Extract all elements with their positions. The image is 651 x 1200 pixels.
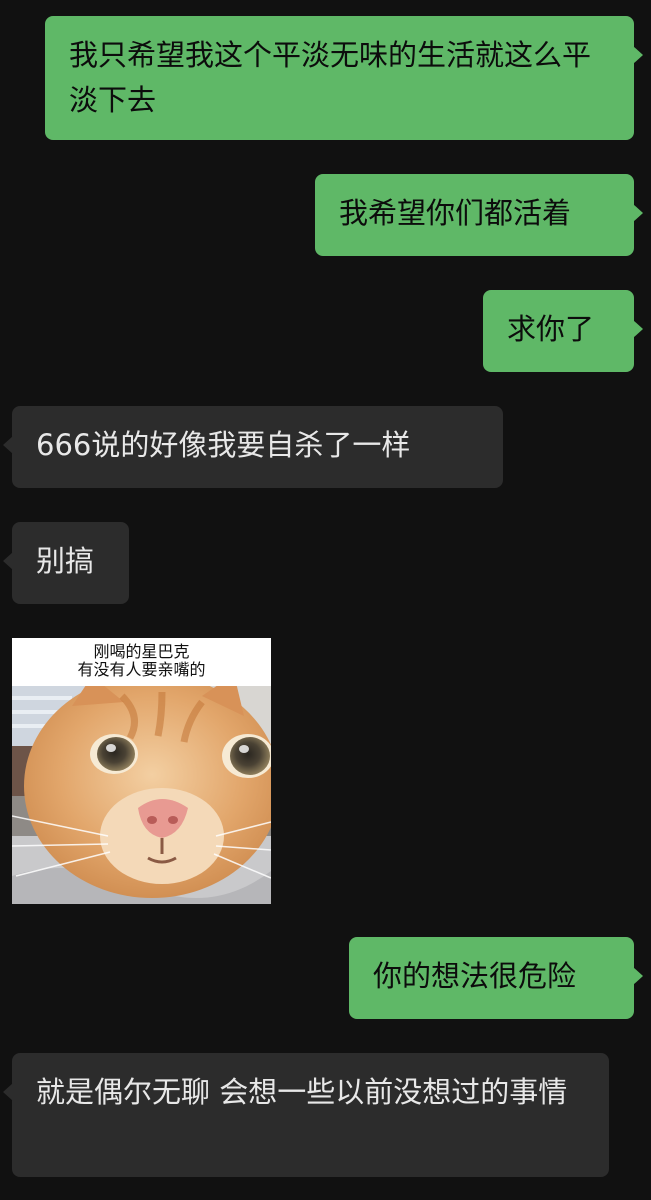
sticker-caption: 刚喝的星巴克 有没有人要亲嘴的 bbox=[12, 638, 271, 686]
message-bubble-outgoing[interactable]: 我只希望我这个平淡无味的生活就这么平淡下去 bbox=[45, 16, 643, 140]
message-bubble-outgoing[interactable]: 你的想法很危险 bbox=[349, 937, 643, 1019]
orange-cat-image bbox=[12, 686, 271, 904]
message-bubble-incoming[interactable]: 666说的好像我要自杀了一样 bbox=[3, 406, 503, 488]
message-bubble-incoming[interactable]: 别搞 bbox=[3, 522, 129, 604]
cat-sticker-message[interactable]: 刚喝的星巴克 有没有人要亲嘴的 bbox=[12, 638, 271, 904]
sticker-caption-line2: 有没有人要亲嘴的 bbox=[77, 660, 206, 679]
message-bubble-outgoing[interactable]: 我希望你们都活着 bbox=[315, 174, 643, 256]
message-bubble-outgoing[interactable]: 求你了 bbox=[483, 290, 643, 372]
chat-message-list[interactable]: 我只希望我这个平淡无味的生活就这么平淡下去 我希望你们都活着 求你了 666说的… bbox=[0, 0, 651, 1200]
sticker-caption-line1: 刚喝的星巴克 bbox=[93, 642, 190, 661]
message-bubble-incoming[interactable]: 就是偶尔无聊 会想一些以前没想过的事情 bbox=[3, 1053, 609, 1177]
